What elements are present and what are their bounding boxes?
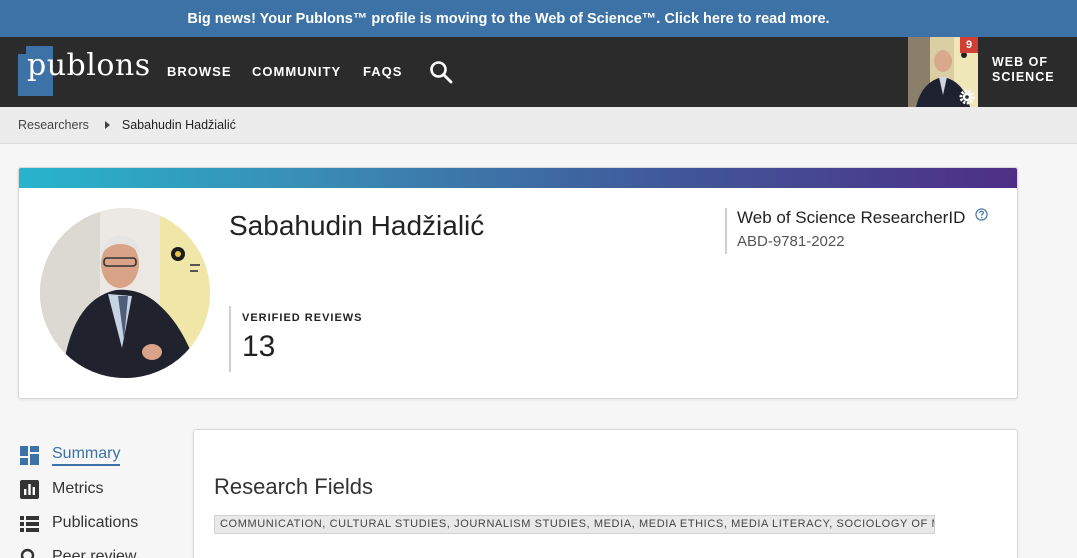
- sidebar-item-summary[interactable]: Summary: [20, 438, 180, 472]
- search-icon: [20, 548, 35, 558]
- breadcrumb: Researchers Sabahudin Hadžialić: [0, 107, 1077, 144]
- bar-chart-icon: [20, 479, 39, 499]
- nav-community[interactable]: COMMUNITY: [252, 37, 341, 107]
- sidebar-item-label: Publications: [52, 514, 139, 531]
- verified-reviews-stat: VERIFIED REVIEWS 13: [229, 306, 363, 372]
- verified-reviews-count: 13: [242, 330, 276, 363]
- help-icon[interactable]: [975, 207, 988, 221]
- banner-text[interactable]: Big news! Your Publons™ profile is movin…: [187, 11, 829, 27]
- profile-header-card: Sabahudin Hadžialić VERIFIED REVIEWS 13 …: [18, 167, 1018, 399]
- sidebar-item-peer-review[interactable]: Peer review: [20, 540, 180, 558]
- gear-icon[interactable]: [959, 89, 975, 105]
- researcher-name: Sabahudin Hadžialić: [229, 210, 485, 241]
- nav-faqs[interactable]: FAQS: [363, 37, 402, 107]
- sidebar-item-label: Metrics: [52, 480, 104, 497]
- profile-photo: [40, 208, 210, 378]
- chevron-right-icon: [104, 121, 110, 129]
- top-navbar: publons BROWSE COMMUNITY FAQS 9 WEB OF S…: [0, 37, 1077, 107]
- researcher-id-block: Web of Science ResearcherID ABD-9781-202…: [725, 207, 988, 254]
- publons-logo[interactable]: publons: [18, 46, 151, 98]
- search-icon[interactable]: [429, 60, 453, 84]
- summary-content-card: Research Fields COMMUNICATION, CULTURAL …: [193, 429, 1018, 558]
- verified-reviews-label: VERIFIED REVIEWS: [242, 312, 363, 324]
- researcher-id-row: Web of Science ResearcherID: [737, 207, 988, 228]
- announcement-banner[interactable]: Big news! Your Publons™ profile is movin…: [0, 0, 1077, 37]
- wos-line-2: SCIENCE: [992, 70, 1055, 84]
- page-gutter: [1020, 144, 1077, 558]
- sidebar-item-metrics[interactable]: Metrics: [20, 472, 180, 506]
- researcher-id-label: Web of Science ResearcherID: [737, 208, 966, 227]
- notification-badge: 9: [960, 37, 978, 53]
- breadcrumb-researchers[interactable]: Researchers: [18, 118, 89, 132]
- breadcrumb-current: Sabahudin Hadžialić: [121, 118, 236, 132]
- sidebar-item-label: Summary: [52, 444, 121, 466]
- dashboard-icon: [20, 445, 39, 465]
- profile-side-nav: Summary Metrics Publications Peer review: [20, 438, 180, 558]
- sidebar-item-publications[interactable]: Publications: [20, 506, 180, 540]
- user-avatar-menu[interactable]: 9: [908, 37, 978, 107]
- nav-browse[interactable]: BROWSE: [167, 37, 232, 107]
- research-fields-tags[interactable]: COMMUNICATION, CULTURAL STUDIES, JOURNAL…: [214, 515, 935, 534]
- list-icon: [20, 515, 39, 532]
- researcher-id-value: ABD-9781-2022: [737, 233, 845, 250]
- logo-text: publons: [27, 48, 151, 83]
- wos-line-1: WEB OF: [992, 55, 1048, 69]
- research-fields-title: Research Fields: [214, 474, 373, 499]
- profile-gradient-bar: [19, 168, 1017, 188]
- web-of-science-link[interactable]: WEB OF SCIENCE: [992, 55, 1055, 85]
- sidebar-item-label: Peer review: [52, 548, 137, 558]
